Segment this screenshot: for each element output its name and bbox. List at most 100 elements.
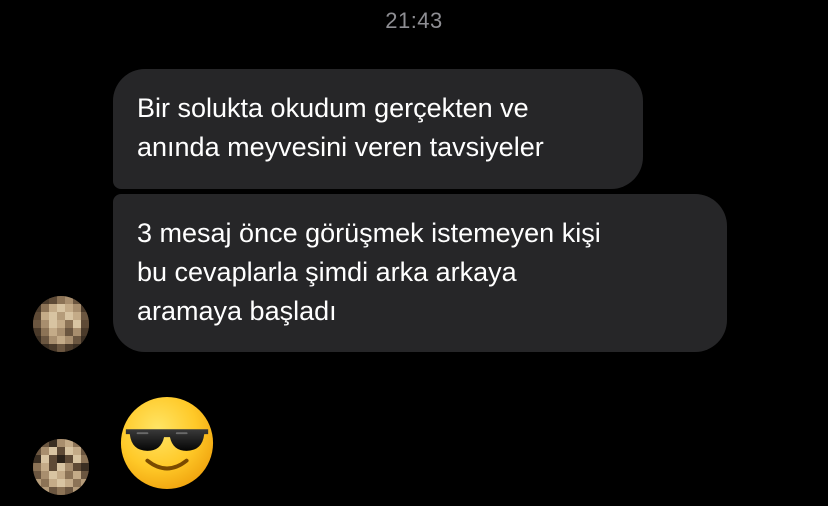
avatar-pixel: [65, 344, 73, 352]
avatar-pixel: [33, 439, 41, 447]
avatar-pixel: [65, 336, 73, 344]
avatar-pixel: [73, 344, 81, 352]
avatar-pixel: [41, 479, 49, 487]
message-bubble-2[interactable]: 3 mesaj önce görüşmek istemeyen kişi bu …: [113, 194, 727, 352]
avatar-pixel: [41, 487, 49, 495]
avatar-pixel: [73, 455, 81, 463]
message-text-line: Bir solukta okudum gerçekten ve: [137, 93, 529, 123]
avatar-pixel: [49, 320, 57, 328]
avatar-pixel: [73, 447, 81, 455]
message-text-line: aramaya başladı: [137, 296, 337, 326]
avatar-pixel: [81, 471, 89, 479]
avatar-pixel: [57, 320, 65, 328]
avatar-pixel: [49, 296, 57, 304]
sunglasses-emoji-message[interactable]: [118, 394, 216, 492]
avatar-pixel: [57, 455, 65, 463]
avatar-pixel: [73, 463, 81, 471]
avatar-pixel: [49, 471, 57, 479]
avatar-pixel: [73, 471, 81, 479]
avatar-pixel: [57, 336, 65, 344]
avatar-pixel: [81, 328, 89, 336]
avatar-pixel: [49, 447, 57, 455]
avatar-pixel: [33, 304, 41, 312]
avatar-pixel: [81, 487, 89, 495]
avatar-pixel: [73, 439, 81, 447]
avatar-pixel: [49, 479, 57, 487]
avatar-pixel: [65, 479, 73, 487]
avatar-pixel: [41, 312, 49, 320]
avatar-pixel: [57, 296, 65, 304]
avatar-pixel: [41, 304, 49, 312]
avatar-pixel: [65, 296, 73, 304]
avatar-pixel: [41, 296, 49, 304]
avatar-pixels: [33, 439, 89, 495]
avatar-pixel: [57, 328, 65, 336]
avatar-pixel: [33, 328, 41, 336]
avatar-pixels: [33, 296, 89, 352]
avatar-pixel: [33, 487, 41, 495]
avatar-pixel: [81, 320, 89, 328]
avatar-pixel: [49, 487, 57, 495]
avatar-pixel: [41, 320, 49, 328]
avatar-pixel: [41, 328, 49, 336]
avatar-pixel: [73, 336, 81, 344]
avatar-pixel: [49, 344, 57, 352]
avatar-pixel: [65, 312, 73, 320]
avatar-pixel: [33, 463, 41, 471]
avatar-pixel: [81, 304, 89, 312]
avatar-pixel: [49, 336, 57, 344]
avatar-pixel: [81, 479, 89, 487]
avatar-pixel: [73, 312, 81, 320]
avatar-pixel: [41, 471, 49, 479]
avatar-pixel: [65, 320, 73, 328]
sender-avatar[interactable]: [33, 296, 89, 352]
avatar-pixel: [57, 312, 65, 320]
avatar-pixel: [65, 304, 73, 312]
avatar-pixel: [33, 296, 41, 304]
avatar-pixel: [73, 479, 81, 487]
avatar-pixel: [57, 439, 65, 447]
avatar-pixel: [65, 447, 73, 455]
avatar-pixel: [41, 463, 49, 471]
message-text-line: 3 mesaj önce görüşmek istemeyen kişi: [137, 218, 601, 248]
avatar-pixel: [81, 312, 89, 320]
sender-avatar[interactable]: [33, 439, 89, 495]
avatar-pixel: [49, 328, 57, 336]
avatar-pixel: [65, 487, 73, 495]
avatar-pixel: [49, 304, 57, 312]
avatar-pixel: [57, 463, 65, 471]
avatar-pixel: [33, 447, 41, 455]
avatar-pixel: [33, 320, 41, 328]
avatar-pixel: [65, 328, 73, 336]
avatar-pixel: [57, 304, 65, 312]
avatar-pixel: [41, 344, 49, 352]
avatar-pixel: [41, 439, 49, 447]
avatar-pixel: [57, 487, 65, 495]
avatar-pixel: [49, 312, 57, 320]
avatar-pixel: [81, 296, 89, 304]
message-text-line: anında meyvesini veren tavsiyeler: [137, 132, 544, 162]
avatar-pixel: [65, 439, 73, 447]
message-timestamp: 21:43: [385, 8, 443, 33]
avatar-pixel: [65, 455, 73, 463]
message-bubble-1[interactable]: Bir solukta okudum gerçekten ve anında m…: [113, 69, 643, 189]
avatar-pixel: [33, 471, 41, 479]
avatar-pixel: [33, 455, 41, 463]
avatar-pixel: [81, 336, 89, 344]
avatar-pixel: [33, 479, 41, 487]
avatar-pixel: [57, 479, 65, 487]
avatar-pixel: [81, 344, 89, 352]
avatar-pixel: [49, 439, 57, 447]
avatar-pixel: [81, 439, 89, 447]
avatar-pixel: [65, 471, 73, 479]
avatar-pixel: [49, 455, 57, 463]
avatar-pixel: [73, 296, 81, 304]
avatar-pixel: [33, 344, 41, 352]
avatar-pixel: [81, 447, 89, 455]
avatar-pixel: [33, 336, 41, 344]
avatar-pixel: [73, 487, 81, 495]
avatar-pixel: [49, 463, 57, 471]
avatar-pixel: [73, 320, 81, 328]
avatar-pixel: [65, 463, 73, 471]
message-text-line: bu cevaplarla şimdi arka arkaya: [137, 257, 517, 287]
